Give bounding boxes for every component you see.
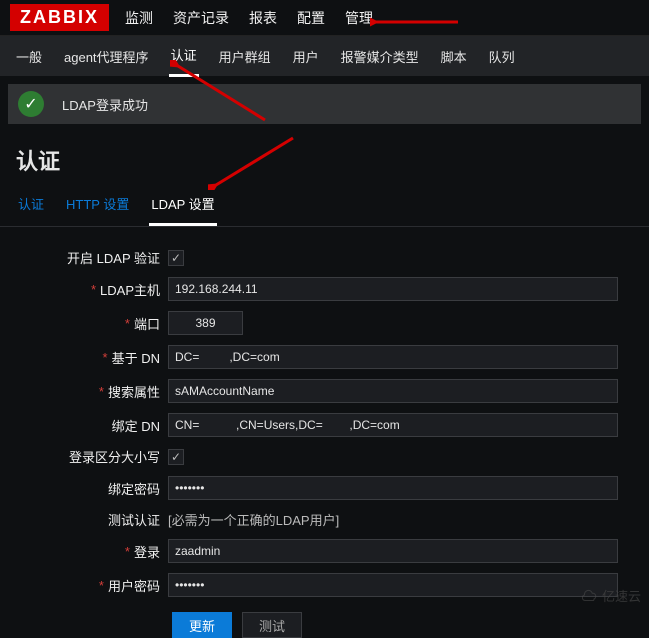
case-sensitive-checkbox[interactable]: ✓ [168,449,184,465]
topnav-admin[interactable]: 管理 [345,8,373,28]
tab-auth[interactable]: 认证 [16,184,46,226]
ldap-port-input[interactable] [168,311,243,335]
bind-dn-label: 绑定 DN [0,416,168,435]
subnav-auth[interactable]: 认证 [169,35,199,77]
bind-dn-input[interactable] [168,413,618,437]
tabs: 认证 HTTP 设置 LDAP 设置 [0,184,649,227]
base-dn-label: 基于 DN [112,348,160,367]
topnav-reports[interactable]: 报表 [249,8,277,28]
test-button[interactable]: 测试 [242,612,302,638]
subnav-usergroups[interactable]: 用户群组 [217,37,273,76]
tab-http[interactable]: HTTP 设置 [64,184,131,226]
subnav-proxies[interactable]: agent代理程序 [62,37,151,76]
base-dn-input[interactable] [168,345,618,369]
success-text: LDAP登录成功 [62,95,148,114]
update-button[interactable]: 更新 [172,612,232,638]
subnav-mediatypes[interactable]: 报警媒介类型 [339,37,421,76]
topnav-monitoring[interactable]: 监测 [125,8,153,28]
topbar: ZABBIX 监测 资产记录 报表 配置 管理 [0,0,649,36]
ldap-form: 开启 LDAP 验证 ✓ *LDAP主机 *端口 *基于 DN *搜索属性 绑定… [0,227,649,638]
login-input[interactable] [168,539,618,563]
watermark: 亿速云 [580,586,641,605]
search-attr-label: 搜索属性 [108,382,160,401]
page-title: 认证 [0,132,649,184]
subnav-users[interactable]: 用户 [291,37,321,76]
subbar: 一般 agent代理程序 认证 用户群组 用户 报警媒介类型 脚本 队列 [0,36,649,76]
success-icon: ✓ [18,91,44,117]
topnav-inventory[interactable]: 资产记录 [173,8,229,28]
test-auth-label: 测试认证 [0,510,168,529]
ldap-port-label: 端口 [134,314,160,333]
ldap-host-input[interactable] [168,277,618,301]
case-sensitive-label: 登录区分大小写 [0,447,168,466]
subnav-scripts[interactable]: 脚本 [439,37,469,76]
success-banner: ✓ LDAP登录成功 [8,84,641,124]
user-password-input[interactable] [168,573,618,597]
logo: ZABBIX [10,4,109,31]
user-password-label: 用户密码 [108,576,160,595]
cloud-icon [580,589,598,603]
tab-ldap[interactable]: LDAP 设置 [149,184,216,226]
enable-ldap-checkbox[interactable]: ✓ [168,250,184,266]
test-auth-hint: [必需为一个正确的LDAP用户] [168,510,339,529]
enable-ldap-label: 开启 LDAP 验证 [0,248,168,267]
login-label: 登录 [134,542,160,561]
bind-password-input[interactable] [168,476,618,500]
topnav-config[interactable]: 配置 [297,8,325,28]
search-attr-input[interactable] [168,379,618,403]
subnav-general[interactable]: 一般 [14,37,44,76]
bind-password-label: 绑定密码 [0,479,168,498]
subnav-queue[interactable]: 队列 [487,37,517,76]
ldap-host-label: LDAP主机 [100,280,160,299]
topnav: 监测 资产记录 报表 配置 管理 [125,8,373,28]
